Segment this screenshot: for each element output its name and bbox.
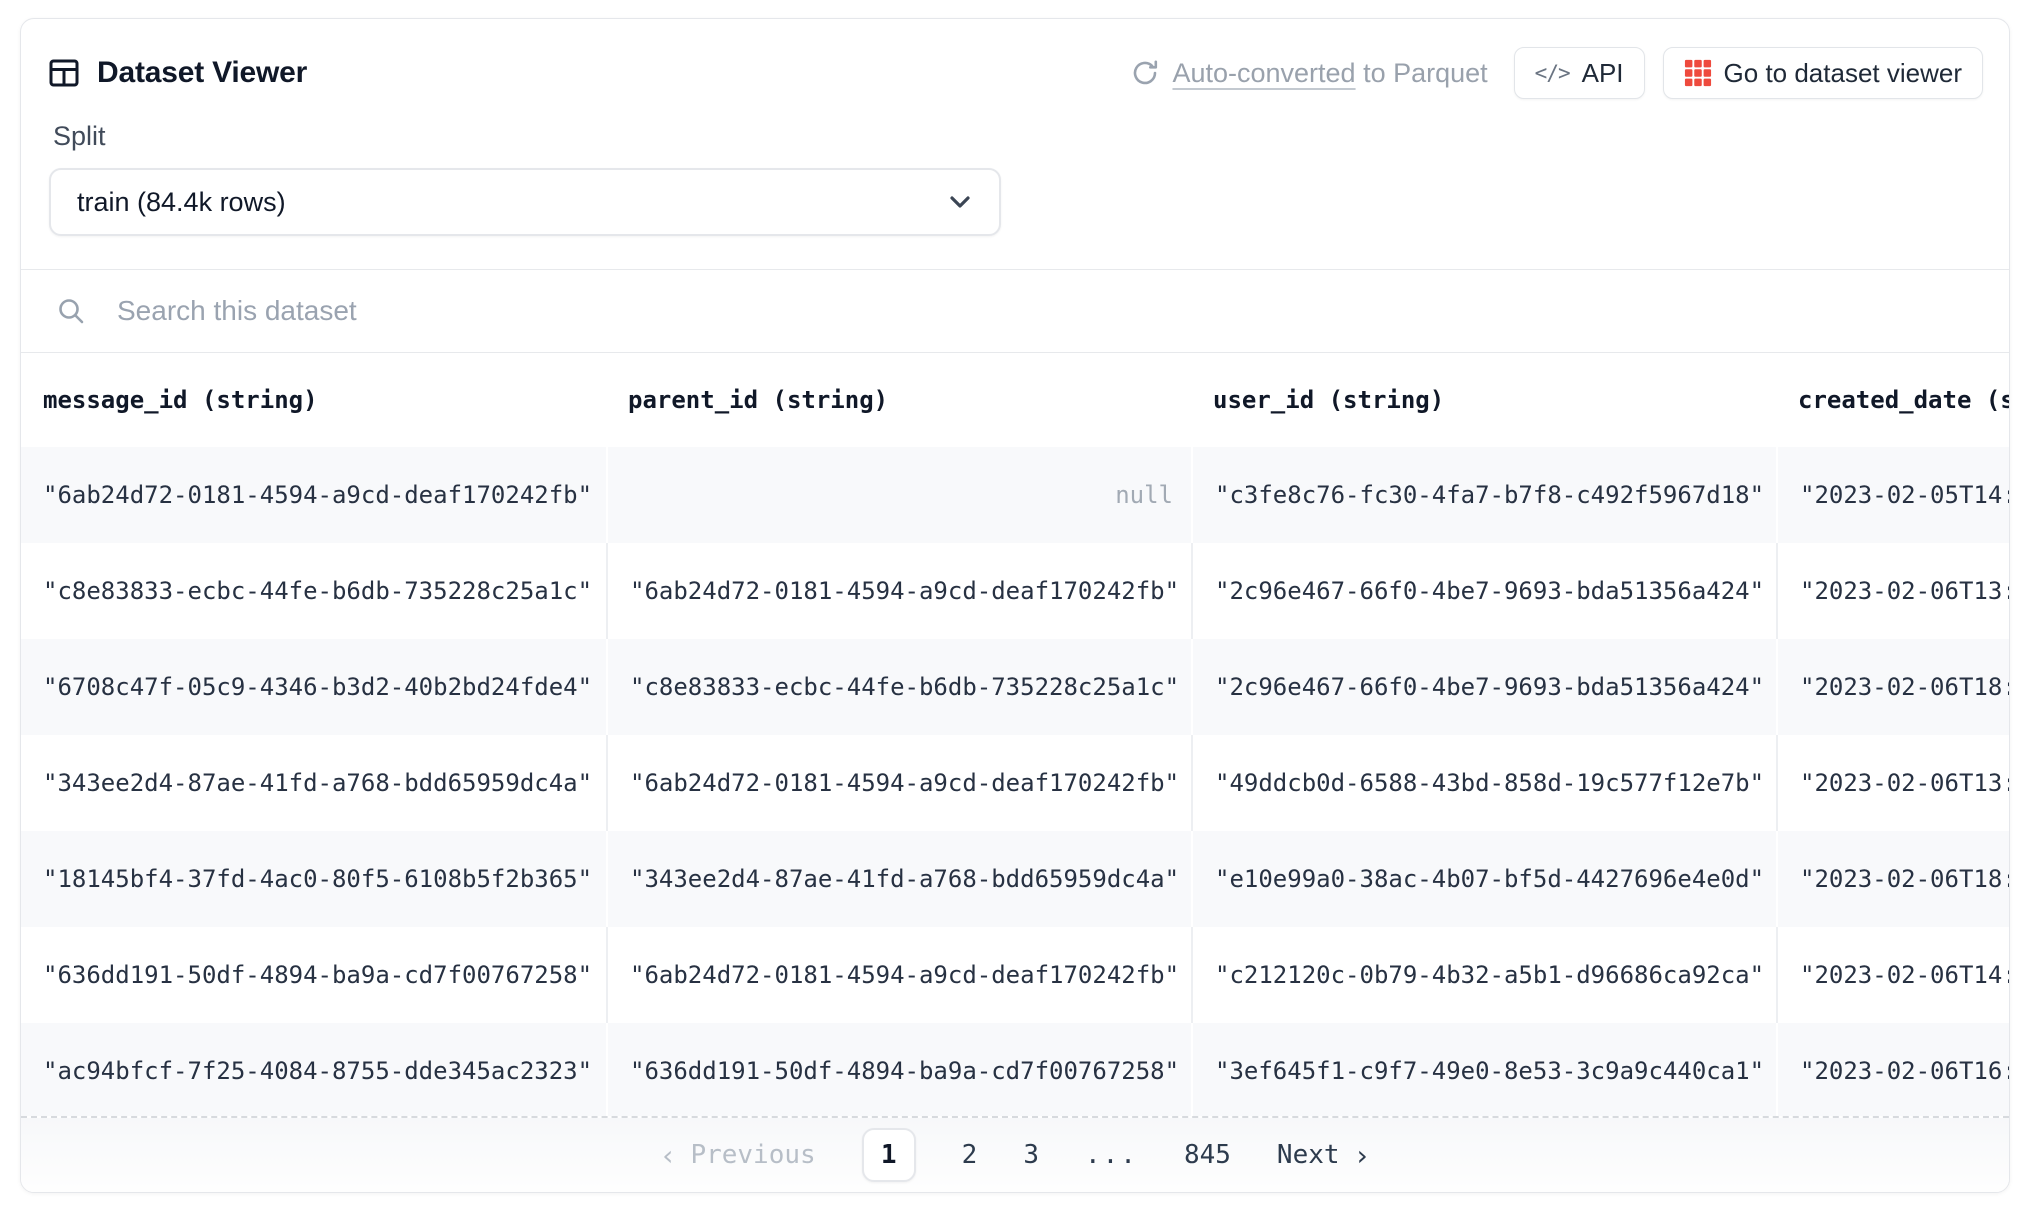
table-cell: "3ef645f1-c9f7-49e0-8e53-3c9a9c440ca1"	[1191, 1023, 1776, 1116]
table-cell: "6ab24d72-0181-4594-a9cd-deaf170242fb"	[606, 735, 1191, 831]
table-cell: "2023-02-05T14:2	[1776, 447, 2009, 543]
search-icon	[55, 295, 87, 327]
next-button[interactable]: Next ›	[1277, 1139, 1370, 1172]
title-group: Dataset Viewer	[47, 56, 307, 90]
table-cell: "2023-02-06T14:2	[1776, 927, 2009, 1023]
goto-button-label: Go to dataset viewer	[1724, 58, 1962, 89]
table-row: "6708c47f-05c9-4346-b3d2-40b2bd24fde4""c…	[21, 639, 2009, 735]
column-header: user_id (string)	[1191, 386, 1776, 414]
data-table[interactable]: message_id (string)parent_id (string)use…	[21, 353, 2009, 1116]
table-body: "6ab24d72-0181-4594-a9cd-deaf170242fb"nu…	[21, 447, 2009, 1116]
table-cell: "c8e83833-ecbc-44fe-b6db-735228c25a1c"	[606, 639, 1191, 735]
page-button-1[interactable]: 1	[862, 1128, 916, 1182]
table-cell: "6ab24d72-0181-4594-a9cd-deaf170242fb"	[606, 927, 1191, 1023]
table-cell: "2023-02-06T18:5	[1776, 831, 2009, 927]
table-cell: "49ddcb0d-6588-43bd-858d-19c577f12e7b"	[1191, 735, 1776, 831]
table-cell: "c212120c-0b79-4b32-a5b1-d96686ca92ca"	[1191, 927, 1776, 1023]
table-cell: "2023-02-06T18:4	[1776, 639, 2009, 735]
card-header-section: Dataset Viewer Auto-converted to Parquet	[21, 19, 2009, 269]
table-cell: "6ab24d72-0181-4594-a9cd-deaf170242fb"	[606, 543, 1191, 639]
page-button-2[interactable]: 2	[962, 1140, 978, 1170]
header-actions: Auto-converted to Parquet </> API	[1130, 47, 1983, 99]
table-row: "ac94bfcf-7f25-4084-8755-dde345ac2323""6…	[21, 1023, 2009, 1116]
pagination-bar: ‹ Previous 1 2 3... 845 Next ›	[21, 1116, 2009, 1192]
auto-converted-link[interactable]: Auto-converted	[1172, 58, 1355, 88]
table-cell: "636dd191-50df-4894-ba9a-cd7f00767258"	[21, 927, 606, 1023]
table-cell: "6708c47f-05c9-4346-b3d2-40b2bd24fde4"	[21, 639, 606, 735]
split-label: Split	[53, 121, 1983, 152]
next-label: Next	[1277, 1140, 1340, 1170]
table-cell: "343ee2d4-87ae-41fd-a768-bdd65959dc4a"	[606, 831, 1191, 927]
column-header: message_id (string)	[21, 386, 606, 414]
page-buttons: 1 2 3... 845	[862, 1128, 1231, 1182]
refresh-icon	[1130, 58, 1160, 88]
table-cell: "6ab24d72-0181-4594-a9cd-deaf170242fb"	[21, 447, 606, 543]
column-header: parent_id (string)	[606, 386, 1191, 414]
auto-converted-status: Auto-converted to Parquet	[1130, 58, 1487, 89]
column-header: created_date (string)	[1776, 386, 2009, 414]
table-cell: "343ee2d4-87ae-41fd-a768-bdd65959dc4a"	[21, 735, 606, 831]
api-button[interactable]: </> API	[1514, 47, 1645, 99]
chevron-down-icon	[945, 187, 975, 217]
search-input[interactable]	[115, 294, 1975, 328]
table-cell: "ac94bfcf-7f25-4084-8755-dde345ac2323"	[21, 1023, 606, 1116]
table-cell: "c3fe8c76-fc30-4fa7-b7f8-c492f5967d18"	[1191, 447, 1776, 543]
table-cell: "2023-02-06T13:3	[1776, 735, 2009, 831]
table-row: "6ab24d72-0181-4594-a9cd-deaf170242fb"nu…	[21, 447, 2009, 543]
table-cell: "2c96e467-66f0-4be7-9693-bda51356a424"	[1191, 543, 1776, 639]
chevron-left-icon: ‹	[660, 1139, 677, 1172]
goto-dataset-viewer-button[interactable]: Go to dataset viewer	[1663, 47, 1983, 99]
pagination-ellipsis: ...	[1085, 1140, 1138, 1170]
table-icon	[47, 56, 81, 90]
code-icon: </>	[1535, 61, 1570, 85]
table-cell: null	[606, 447, 1191, 543]
previous-button[interactable]: ‹ Previous	[660, 1139, 816, 1172]
table-row: "c8e83833-ecbc-44fe-b6db-735228c25a1c""6…	[21, 543, 2009, 639]
table-cell: "2023-02-06T13:5	[1776, 543, 2009, 639]
table-cell: "c8e83833-ecbc-44fe-b6db-735228c25a1c"	[21, 543, 606, 639]
table-cell: "2023-02-06T16:4	[1776, 1023, 2009, 1116]
search-bar	[21, 269, 2009, 353]
chevron-right-icon: ›	[1354, 1139, 1371, 1172]
page-button-3[interactable]: 3	[1023, 1140, 1039, 1170]
table-row: "18145bf4-37fd-4ac0-80f5-6108b5f2b365""3…	[21, 831, 2009, 927]
table-cell: "636dd191-50df-4894-ba9a-cd7f00767258"	[606, 1023, 1191, 1116]
parquet-label: to Parquet	[1356, 58, 1488, 88]
previous-label: Previous	[690, 1140, 815, 1170]
table-cell: "e10e99a0-38ac-4b07-bf5d-4427696e4e0d"	[1191, 831, 1776, 927]
api-button-label: API	[1582, 58, 1624, 89]
table-row: "636dd191-50df-4894-ba9a-cd7f00767258""6…	[21, 927, 2009, 1023]
table-row: "343ee2d4-87ae-41fd-a768-bdd65959dc4a""6…	[21, 735, 2009, 831]
page-title: Dataset Viewer	[97, 56, 307, 90]
red-grid-icon	[1684, 59, 1712, 87]
table-header-row: message_id (string)parent_id (string)use…	[21, 353, 2009, 447]
table-cell: "18145bf4-37fd-4ac0-80f5-6108b5f2b365"	[21, 831, 606, 927]
dataset-viewer-card: Dataset Viewer Auto-converted to Parquet	[20, 18, 2010, 1193]
table-cell: "2c96e467-66f0-4be7-9693-bda51356a424"	[1191, 639, 1776, 735]
split-select-value: train (84.4k rows)	[77, 187, 286, 218]
title-row: Dataset Viewer Auto-converted to Parquet	[47, 45, 1983, 101]
split-select[interactable]: train (84.4k rows)	[49, 168, 1001, 236]
page-button-845[interactable]: 845	[1184, 1140, 1231, 1170]
